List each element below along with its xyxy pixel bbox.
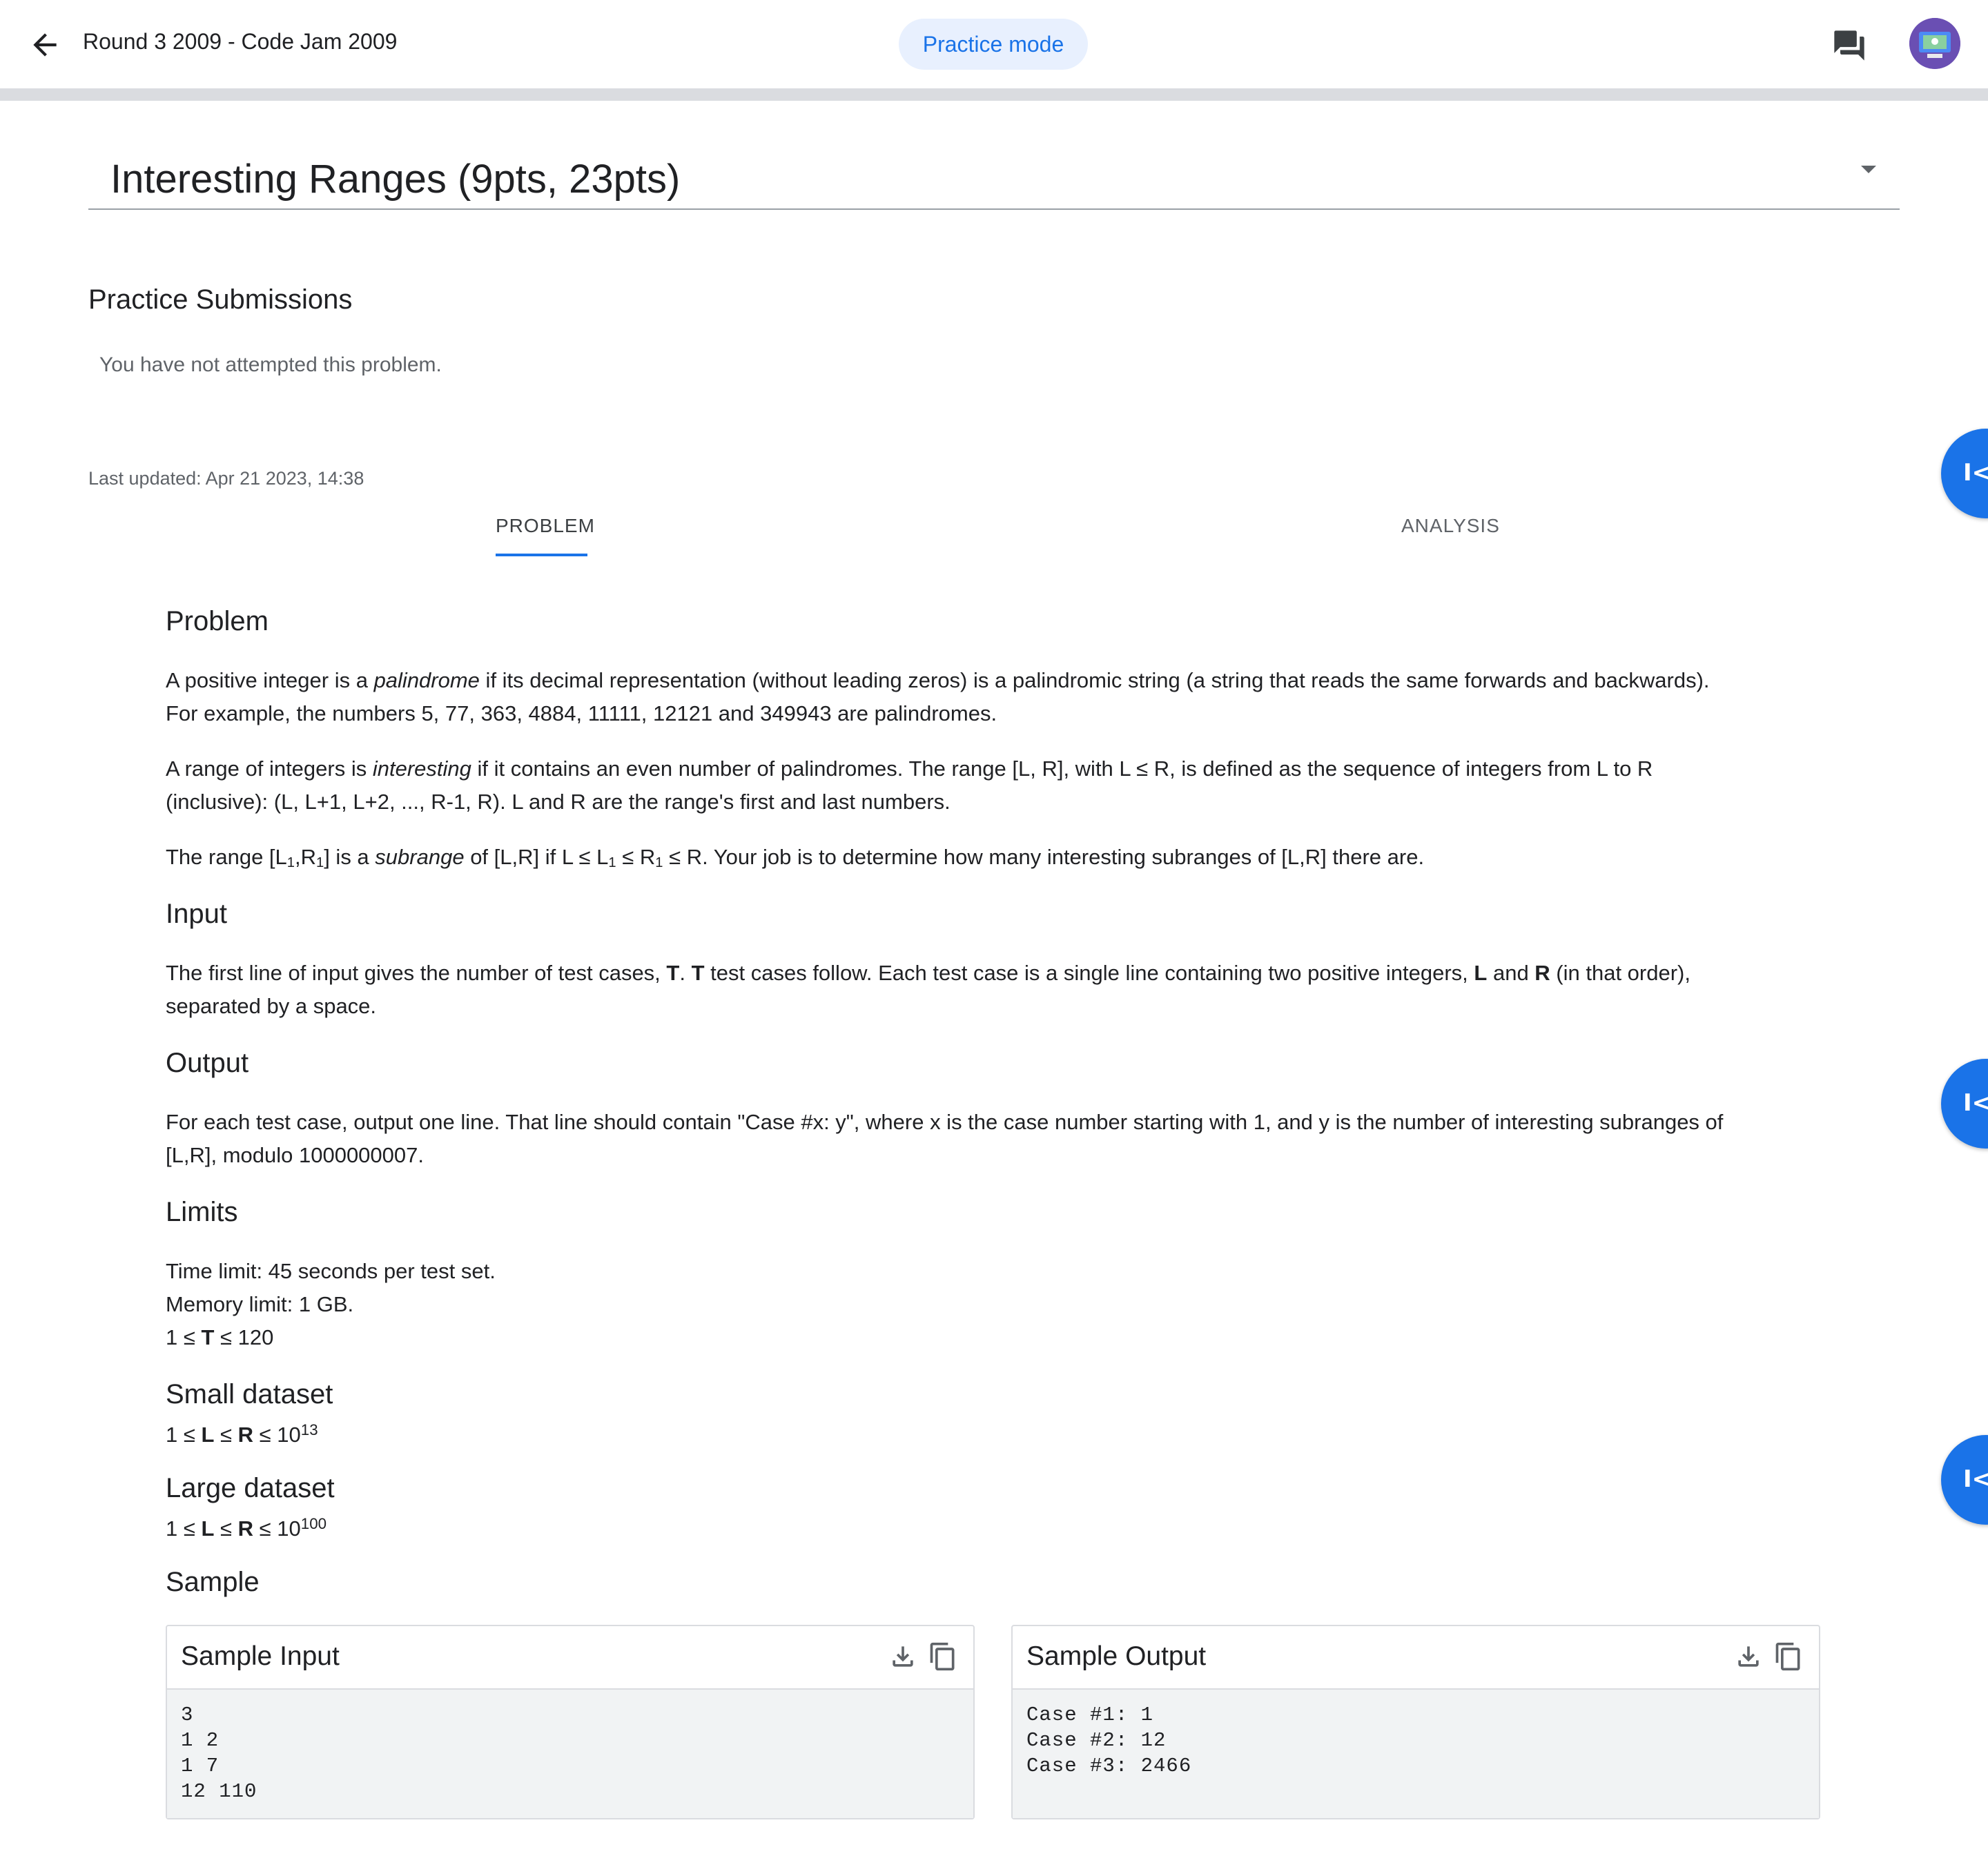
paragraph-limits: Time limit: 45 seconds per test set. Mem… (166, 1259, 496, 1349)
avatar[interactable] (1909, 18, 1960, 69)
paragraph-palindrome: A positive integer is a palindrome if it… (166, 668, 1710, 725)
tab-problem[interactable]: PROBLEM (496, 515, 595, 537)
sample-input-header: Sample Input (167, 1626, 973, 1690)
collapse-panel-button-3[interactable]: I< (1941, 1435, 1988, 1525)
output-heading: Output (166, 1048, 249, 1078)
sample-output-label: Sample Output (1026, 1641, 1207, 1671)
large-dataset-limits: 1 ≤ L ≤ R ≤ 10100 (166, 1515, 327, 1541)
sample-output-body: Case #1: 1 Case #2: 12 Case #3: 2466 (1013, 1690, 1819, 1818)
paragraph-interesting: A range of integers is interesting if it… (166, 756, 1653, 814)
input-heading: Input (166, 899, 227, 929)
submissions-heading: Practice Submissions (88, 284, 353, 315)
download-icon[interactable] (1733, 1641, 1764, 1672)
collapse-icon: I< (1963, 459, 1988, 487)
copy-icon[interactable] (1773, 1640, 1804, 1673)
problem-title: Interesting Ranges (9pts, 23pts) (110, 157, 681, 202)
paragraph-subrange: The range [L1,R1] is a subrange of [L,R]… (166, 845, 1425, 871)
collapse-panel-button-1[interactable]: I< (1941, 429, 1988, 518)
sample-output-header: Sample Output (1013, 1626, 1819, 1690)
tab-analysis[interactable]: ANALYSIS (1401, 515, 1500, 537)
copy-icon[interactable] (928, 1640, 958, 1673)
problem-heading: Problem (166, 606, 269, 636)
paragraph-input: The first line of input gives the number… (166, 961, 1690, 1018)
chat-icon[interactable] (1831, 28, 1868, 64)
small-dataset-heading: Small dataset (166, 1379, 333, 1409)
last-updated: Last updated: Apr 21 2023, 14:38 (88, 468, 364, 489)
download-icon[interactable] (888, 1641, 918, 1672)
collapse-panel-button-2[interactable]: I< (1941, 1059, 1988, 1149)
sample-output-text: Case #1: 1 Case #2: 12 Case #3: 2466 (1026, 1703, 1192, 1777)
top-app-bar: Round 3 2009 - Code Jam 2009 Practice mo… (0, 0, 1988, 101)
sample-output-panel: Sample Output Case #1: 1 Case #2: 12 Cas… (1011, 1625, 1820, 1819)
sample-heading: Sample (166, 1567, 260, 1597)
tab-active-indicator (496, 554, 587, 556)
problem-select[interactable]: Interesting Ranges (9pts, 23pts) (88, 138, 1900, 210)
collapse-icon: I< (1963, 1465, 1988, 1493)
large-dataset-heading: Large dataset (166, 1473, 335, 1503)
dropdown-caret-icon (1861, 166, 1876, 173)
paragraph-output: For each test case, output one line. Tha… (166, 1110, 1724, 1167)
practice-mode-button[interactable]: Practice mode (899, 19, 1088, 70)
sample-input-text: 3 1 2 1 7 12 110 (181, 1703, 257, 1803)
small-dataset-limits: 1 ≤ L ≤ R ≤ 1013 (166, 1421, 318, 1447)
submissions-empty-text: You have not attempted this problem. (99, 353, 442, 376)
limits-heading: Limits (166, 1197, 238, 1227)
sample-input-body: 3 1 2 1 7 12 110 (167, 1690, 973, 1818)
collapse-icon: I< (1963, 1089, 1988, 1117)
sample-input-panel: Sample Input 3 1 2 1 7 12 110 (166, 1625, 975, 1819)
back-arrow-icon[interactable] (28, 28, 62, 62)
contest-title: Round 3 2009 - Code Jam 2009 (83, 29, 398, 54)
sample-input-label: Sample Input (181, 1641, 340, 1671)
